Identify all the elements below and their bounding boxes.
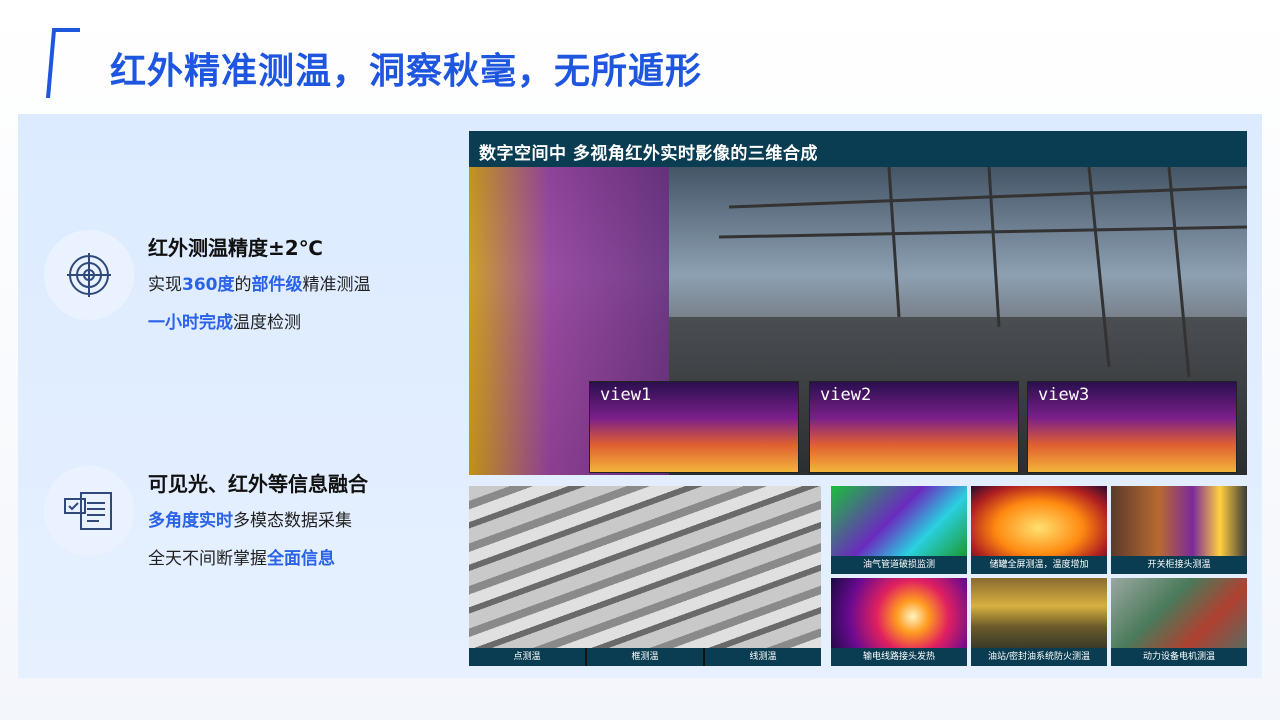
caption-point: 点测温 bbox=[469, 648, 587, 666]
infrared-3d-image: 数字空间中 多视角红外实时影像的三维合成 view1 view2 view3 bbox=[469, 131, 1247, 475]
caption-box: 框测温 bbox=[587, 648, 705, 666]
view-panel: view3 bbox=[1027, 381, 1237, 473]
feature-line: 实现360度的部件级精准测温 bbox=[148, 275, 371, 295]
feature-fusion: 可见光、红外等信息融合 多角度实时多模态数据采集 全天不间断掌握全面信息 bbox=[44, 466, 444, 576]
tile-pipeline: 油气管道破损监测 bbox=[831, 486, 967, 574]
corner-bracket-icon bbox=[46, 28, 80, 99]
tile-motor: 动力设备电机测温 bbox=[1111, 578, 1247, 666]
icon-badge bbox=[44, 466, 134, 556]
substation-scene: view1 view2 view3 bbox=[469, 167, 1247, 475]
icon-badge bbox=[44, 230, 134, 320]
tile-power-line: 输电线路接头发热 bbox=[831, 578, 967, 666]
page-title: 红外精准测温，洞察秋毫，无所遁形 bbox=[110, 51, 703, 92]
grayscale-thermal-image bbox=[469, 486, 821, 648]
feature-heading: 红外测温精度±2℃ bbox=[148, 236, 323, 260]
feature-accuracy: 红外测温精度±2℃ 实现360度的部件级精准测温 一小时完成温度检测 bbox=[44, 230, 444, 340]
data-document-icon bbox=[64, 492, 112, 530]
feature-heading: 可见光、红外等信息融合 bbox=[148, 472, 368, 496]
view-panel: view2 bbox=[809, 381, 1019, 473]
feature-line: 多角度实时多模态数据采集 bbox=[148, 511, 352, 531]
caption-line: 线测温 bbox=[749, 652, 777, 662]
caption-bar: 点测温 框测温 线测温 bbox=[469, 648, 821, 666]
view-panel: view1 bbox=[589, 381, 799, 473]
image-header: 数字空间中 多视角红外实时影像的三维合成 bbox=[469, 131, 1247, 167]
tile-tank: 储罐全屏测温，温度增加 bbox=[971, 486, 1107, 574]
tile-oil-station: 油站/密封油系统防火测温 bbox=[971, 578, 1107, 666]
measurement-modes-image: 点测温 框测温 线测温 bbox=[469, 486, 821, 666]
feature-line: 一小时完成温度检测 bbox=[148, 313, 301, 333]
tile-switchgear: 开关柜接头测温 bbox=[1111, 486, 1247, 574]
target-icon bbox=[67, 253, 111, 297]
feature-line: 全天不间断掌握全面信息 bbox=[148, 549, 335, 569]
